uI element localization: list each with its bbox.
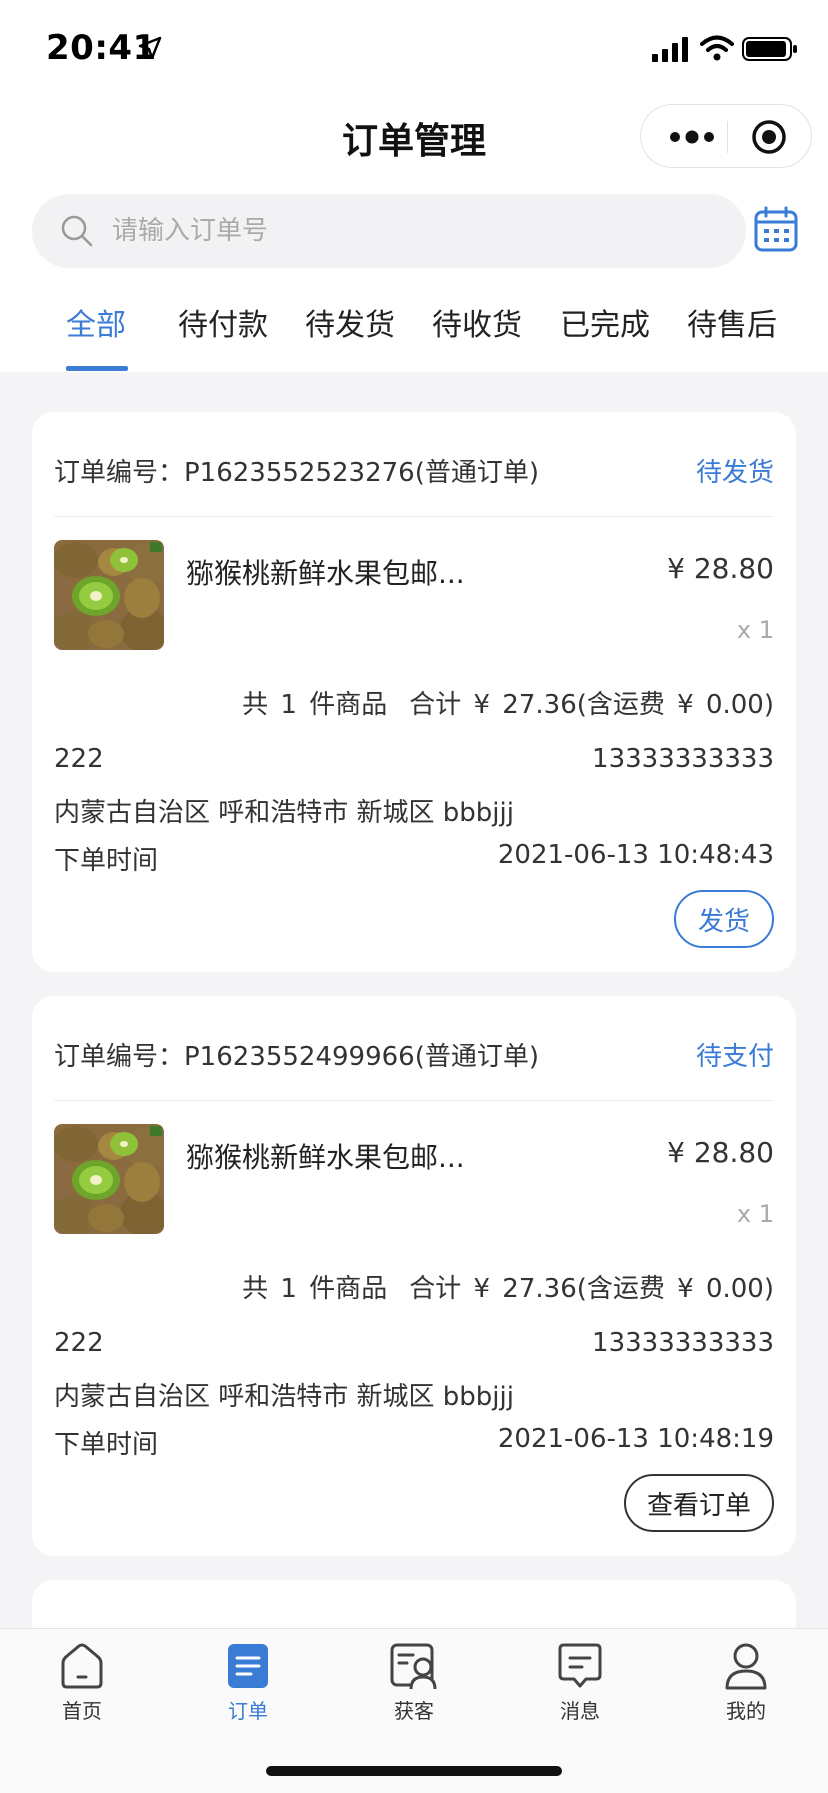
product-price: ¥ 28.80	[667, 552, 774, 585]
tabbar-label: 获客	[394, 1699, 434, 1723]
product-name: 猕猴桃新鲜水果包邮...	[186, 1141, 465, 1174]
search-bar[interactable]	[32, 194, 746, 268]
tabbar-label: 我的	[726, 1699, 766, 1723]
order-time-value: 2021-06-13 10:48:19	[497, 1424, 774, 1454]
order-status-badge: 待支付	[695, 1042, 774, 1072]
order-total: 合计 ¥ 27.36(含运费 ¥ 0.00)	[409, 1274, 774, 1304]
tabbar-label: 订单	[228, 1699, 268, 1723]
product-quantity: x 1	[736, 1200, 774, 1228]
home-icon	[61, 1643, 103, 1689]
recipient-name: 222	[54, 744, 104, 774]
product-image	[54, 540, 164, 650]
order-number: 订单编号：P1623552523276(普通订单)	[54, 458, 540, 488]
location-arrow-icon	[138, 36, 162, 60]
tabbar-item-profile[interactable]: 我的	[686, 1641, 806, 1724]
order-time-label: 下单时间	[54, 846, 159, 876]
shipping-address: 内蒙古自治区 呼和浩特市 新城区 bbbjjj	[54, 798, 514, 828]
product-image	[54, 1124, 164, 1234]
tabbar-item-orders[interactable]: 订单	[188, 1641, 308, 1724]
product-name: 猕猴桃新鲜水果包邮...	[186, 557, 465, 590]
tabbar-item-home[interactable]: 首页	[22, 1641, 142, 1724]
cellular-signal-icon	[652, 37, 688, 62]
search-input[interactable]	[112, 194, 712, 268]
close-mini-program-icon[interactable]	[751, 119, 787, 155]
divider	[54, 516, 774, 517]
recipient-phone: 13333333333	[592, 1328, 774, 1358]
tabbar-label: 首页	[62, 1699, 102, 1723]
order-card[interactable]: 订单编号：P1623552523276(普通订单) 待发货 猕猴桃新鲜水果包邮.…	[32, 412, 796, 972]
recipient-name: 222	[54, 1328, 104, 1358]
active-tab-indicator	[66, 366, 128, 371]
tabbar-item-messages[interactable]: 消息	[520, 1641, 640, 1724]
order-icon	[228, 1644, 268, 1688]
order-total: 合计 ¥ 27.36(含运费 ¥ 0.00)	[409, 690, 774, 720]
order-status-badge: 待发货	[695, 458, 774, 488]
order-summary: 共 1 件商品 合计 ¥ 27.36(含运费 ¥ 0.00)	[242, 684, 774, 721]
ship-button[interactable]: 发货	[674, 890, 774, 948]
recipient-phone: 13333333333	[592, 744, 774, 774]
item-count: 共 1 件商品	[242, 1274, 388, 1304]
order-status-tabs: 全部 待付款 待发货 待收货 已完成 待售后	[0, 300, 828, 372]
customer-icon	[390, 1643, 437, 1690]
order-number: 订单编号：P1623552499966(普通订单)	[54, 1042, 540, 1072]
more-icon[interactable]	[667, 125, 717, 149]
divider	[54, 1100, 774, 1101]
shipping-address: 内蒙古自治区 呼和浩特市 新城区 bbbjjj	[54, 1382, 514, 1412]
order-time-value: 2021-06-13 10:48:43	[497, 840, 774, 870]
product-quantity: x 1	[736, 616, 774, 644]
tab-completed[interactable]: 已完成	[560, 300, 650, 344]
tab-pending-shipment[interactable]: 待发货	[305, 300, 395, 344]
profile-icon	[725, 1643, 767, 1690]
battery-icon	[742, 37, 797, 61]
tab-all[interactable]: 全部	[66, 300, 126, 344]
tab-after-sales[interactable]: 待售后	[687, 300, 777, 344]
view-order-button[interactable]: 查看订单	[624, 1474, 774, 1532]
search-icon	[61, 215, 93, 247]
home-indicator	[266, 1766, 562, 1776]
order-time-label: 下单时间	[54, 1430, 159, 1460]
status-bar: 20:41	[0, 0, 828, 100]
tab-pending-payment[interactable]: 待付款	[178, 300, 268, 344]
calendar-icon[interactable]	[754, 206, 798, 252]
mini-program-capsule	[640, 104, 812, 168]
wifi-icon	[700, 35, 734, 61]
tabbar-label: 消息	[560, 1699, 600, 1723]
capsule-divider	[727, 121, 728, 153]
tab-pending-receipt[interactable]: 待收货	[432, 300, 522, 344]
item-count: 共 1 件商品	[242, 690, 388, 720]
message-icon	[558, 1643, 602, 1688]
tabbar-item-customers[interactable]: 获客	[354, 1641, 474, 1724]
product-price: ¥ 28.80	[667, 1136, 774, 1169]
order-card[interactable]: 订单编号：P1623552499966(普通订单) 待支付 猕猴桃新鲜水果包邮.…	[32, 996, 796, 1556]
order-summary: 共 1 件商品 合计 ¥ 27.36(含运费 ¥ 0.00)	[242, 1268, 774, 1305]
